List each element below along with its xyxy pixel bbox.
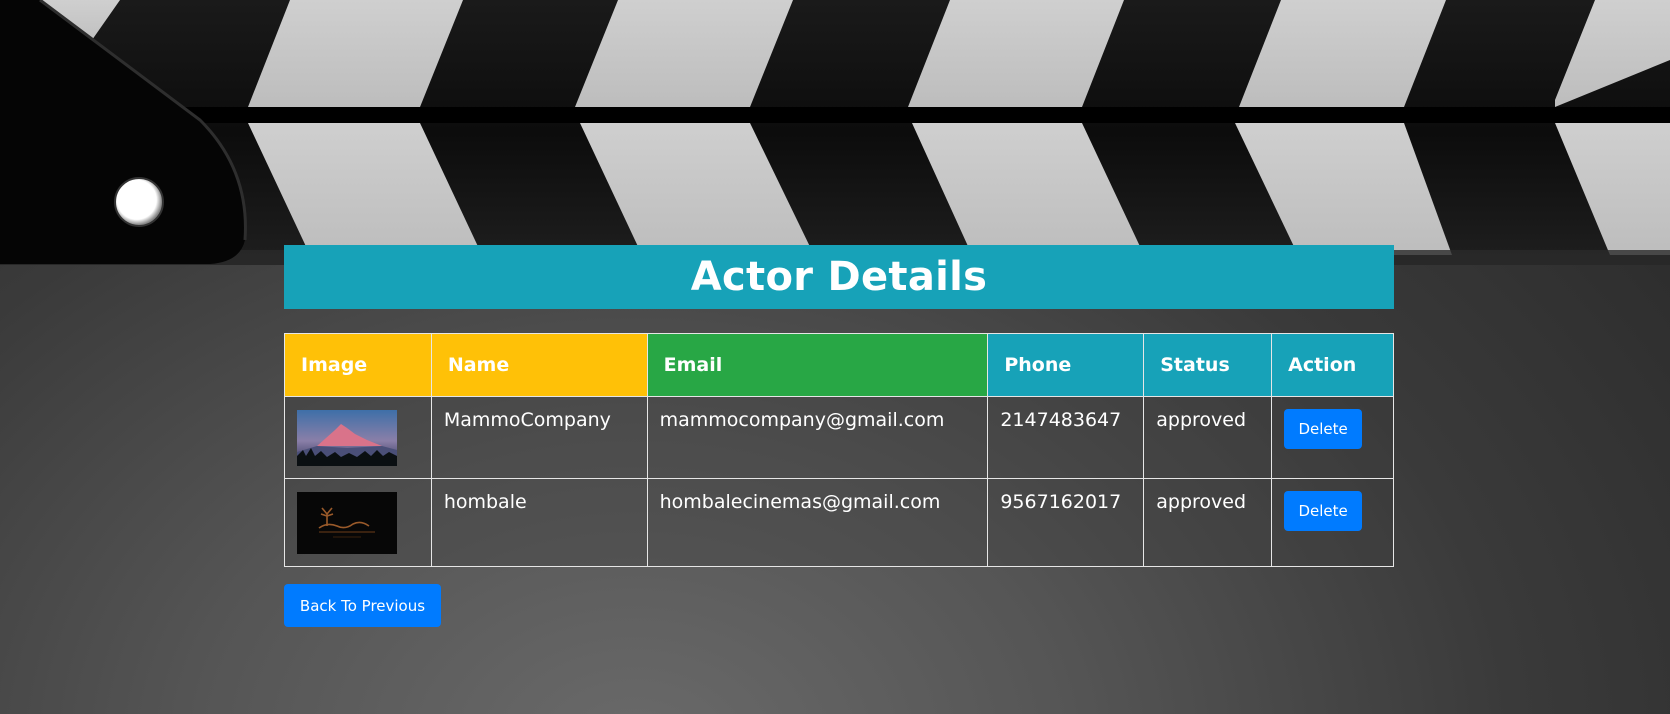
delete-button[interactable]: Delete <box>1284 491 1363 531</box>
actor-phone: 2147483647 <box>987 396 1145 479</box>
image-cell <box>284 478 432 567</box>
actor-email: hombalecinemas@gmail.com <box>646 478 989 567</box>
action-cell: Delete <box>1271 478 1394 567</box>
mountain-sunset-thumbnail <box>297 410 397 466</box>
back-to-previous-button[interactable]: Back To Previous <box>284 584 441 627</box>
actor-table: Image Name Email Phone Status Action Mam… <box>284 333 1394 567</box>
page-title: Actor Details <box>690 254 988 300</box>
column-header-status: Status <box>1143 333 1273 397</box>
actor-name: MammoCompany <box>430 396 648 479</box>
column-header-email: Email <box>646 333 989 397</box>
delete-button[interactable]: Delete <box>1284 409 1363 449</box>
action-cell: Delete <box>1271 396 1394 479</box>
actor-phone: 9567162017 <box>987 478 1145 567</box>
table-row: MammoCompany mammocompany@gmail.com 2147… <box>284 396 1394 479</box>
column-header-image: Image <box>284 333 432 397</box>
table-row: hombale hombalecinemas@gmail.com 9567162… <box>284 478 1394 567</box>
hombale-logo-thumbnail <box>297 492 397 554</box>
actor-email: mammocompany@gmail.com <box>646 396 989 479</box>
table-header-row: Image Name Email Phone Status Action <box>284 333 1394 397</box>
column-header-action: Action <box>1271 333 1394 397</box>
column-header-name: Name <box>430 333 648 397</box>
hinge-bolt-icon <box>114 177 164 227</box>
column-header-phone: Phone <box>987 333 1145 397</box>
actor-name: hombale <box>430 478 648 567</box>
actor-status: approved <box>1143 478 1273 567</box>
clapperboard-background <box>0 0 1670 265</box>
image-cell <box>284 396 432 479</box>
main-content: Actor Details Image Name Email Phone Sta… <box>284 245 1394 627</box>
actor-status: approved <box>1143 396 1273 479</box>
title-banner: Actor Details <box>284 245 1394 309</box>
